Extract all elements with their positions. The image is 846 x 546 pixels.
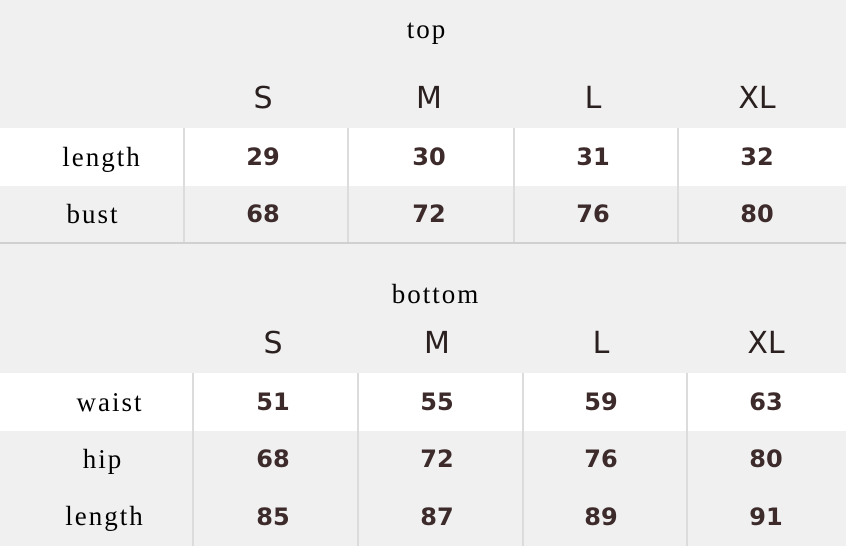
value-cell: 72 <box>420 445 454 473</box>
value-cell: 80 <box>740 200 774 228</box>
value-cell: 51 <box>256 388 290 416</box>
column-divider <box>357 431 359 487</box>
value-cell: 29 <box>246 143 280 171</box>
column-divider <box>192 373 194 431</box>
size-header-M: M <box>424 325 450 361</box>
size-header-S: S <box>263 325 283 361</box>
column-divider <box>522 431 524 487</box>
size-header-L: L <box>584 80 602 116</box>
column-divider <box>677 186 679 242</box>
value-cell: 32 <box>740 143 774 171</box>
column-divider <box>357 487 359 546</box>
column-divider <box>686 487 688 546</box>
value-cell: 68 <box>246 200 280 228</box>
column-divider <box>522 487 524 546</box>
top-row-bust: bust 68 72 76 80 <box>0 186 846 242</box>
value-cell: 31 <box>576 143 610 171</box>
value-cell: 63 <box>749 388 783 416</box>
column-divider <box>686 431 688 487</box>
value-cell: 85 <box>256 502 290 531</box>
value-cell: 68 <box>256 445 290 473</box>
value-cell: 59 <box>584 388 618 416</box>
column-divider <box>192 487 194 546</box>
row-label: hip <box>82 443 124 474</box>
column-divider <box>347 128 349 186</box>
bottom-header-row: S M L XL <box>0 313 846 373</box>
top-header-row: S M L XL <box>0 68 846 128</box>
column-divider <box>357 373 359 431</box>
column-divider <box>686 373 688 431</box>
table-bottom-border <box>0 242 846 244</box>
top-table-title: top <box>406 14 448 44</box>
bottom-table-title: bottom <box>391 279 481 309</box>
bottom-row-waist: waist 51 55 59 63 <box>0 373 846 431</box>
value-cell: 76 <box>576 200 610 228</box>
size-header-L: L <box>592 325 610 361</box>
row-label: length <box>65 501 145 531</box>
column-divider <box>192 431 194 487</box>
bottom-row-hip: hip 68 72 76 80 <box>0 431 846 487</box>
size-header-S: S <box>253 80 273 116</box>
value-cell: 87 <box>420 502 454 531</box>
value-cell: 72 <box>412 200 446 228</box>
top-row-length: length 29 30 31 32 <box>0 128 846 186</box>
value-cell: 89 <box>584 502 618 531</box>
column-divider <box>183 186 185 242</box>
value-cell: 91 <box>749 502 783 531</box>
bottom-row-length: length 85 87 89 91 <box>0 487 846 546</box>
column-divider <box>677 128 679 186</box>
value-cell: 76 <box>584 445 618 473</box>
value-cell: 30 <box>412 143 446 171</box>
value-cell: 80 <box>749 445 783 473</box>
column-divider <box>513 186 515 242</box>
size-header-M: M <box>416 80 442 116</box>
size-header-XL: XL <box>738 80 776 116</box>
row-label: bust <box>66 198 120 229</box>
size-header-XL: XL <box>747 325 785 361</box>
column-divider <box>347 186 349 242</box>
column-divider <box>183 128 185 186</box>
row-label: waist <box>76 386 144 417</box>
value-cell: 55 <box>420 388 454 416</box>
column-divider <box>513 128 515 186</box>
row-label: length <box>62 141 142 172</box>
column-divider <box>522 373 524 431</box>
